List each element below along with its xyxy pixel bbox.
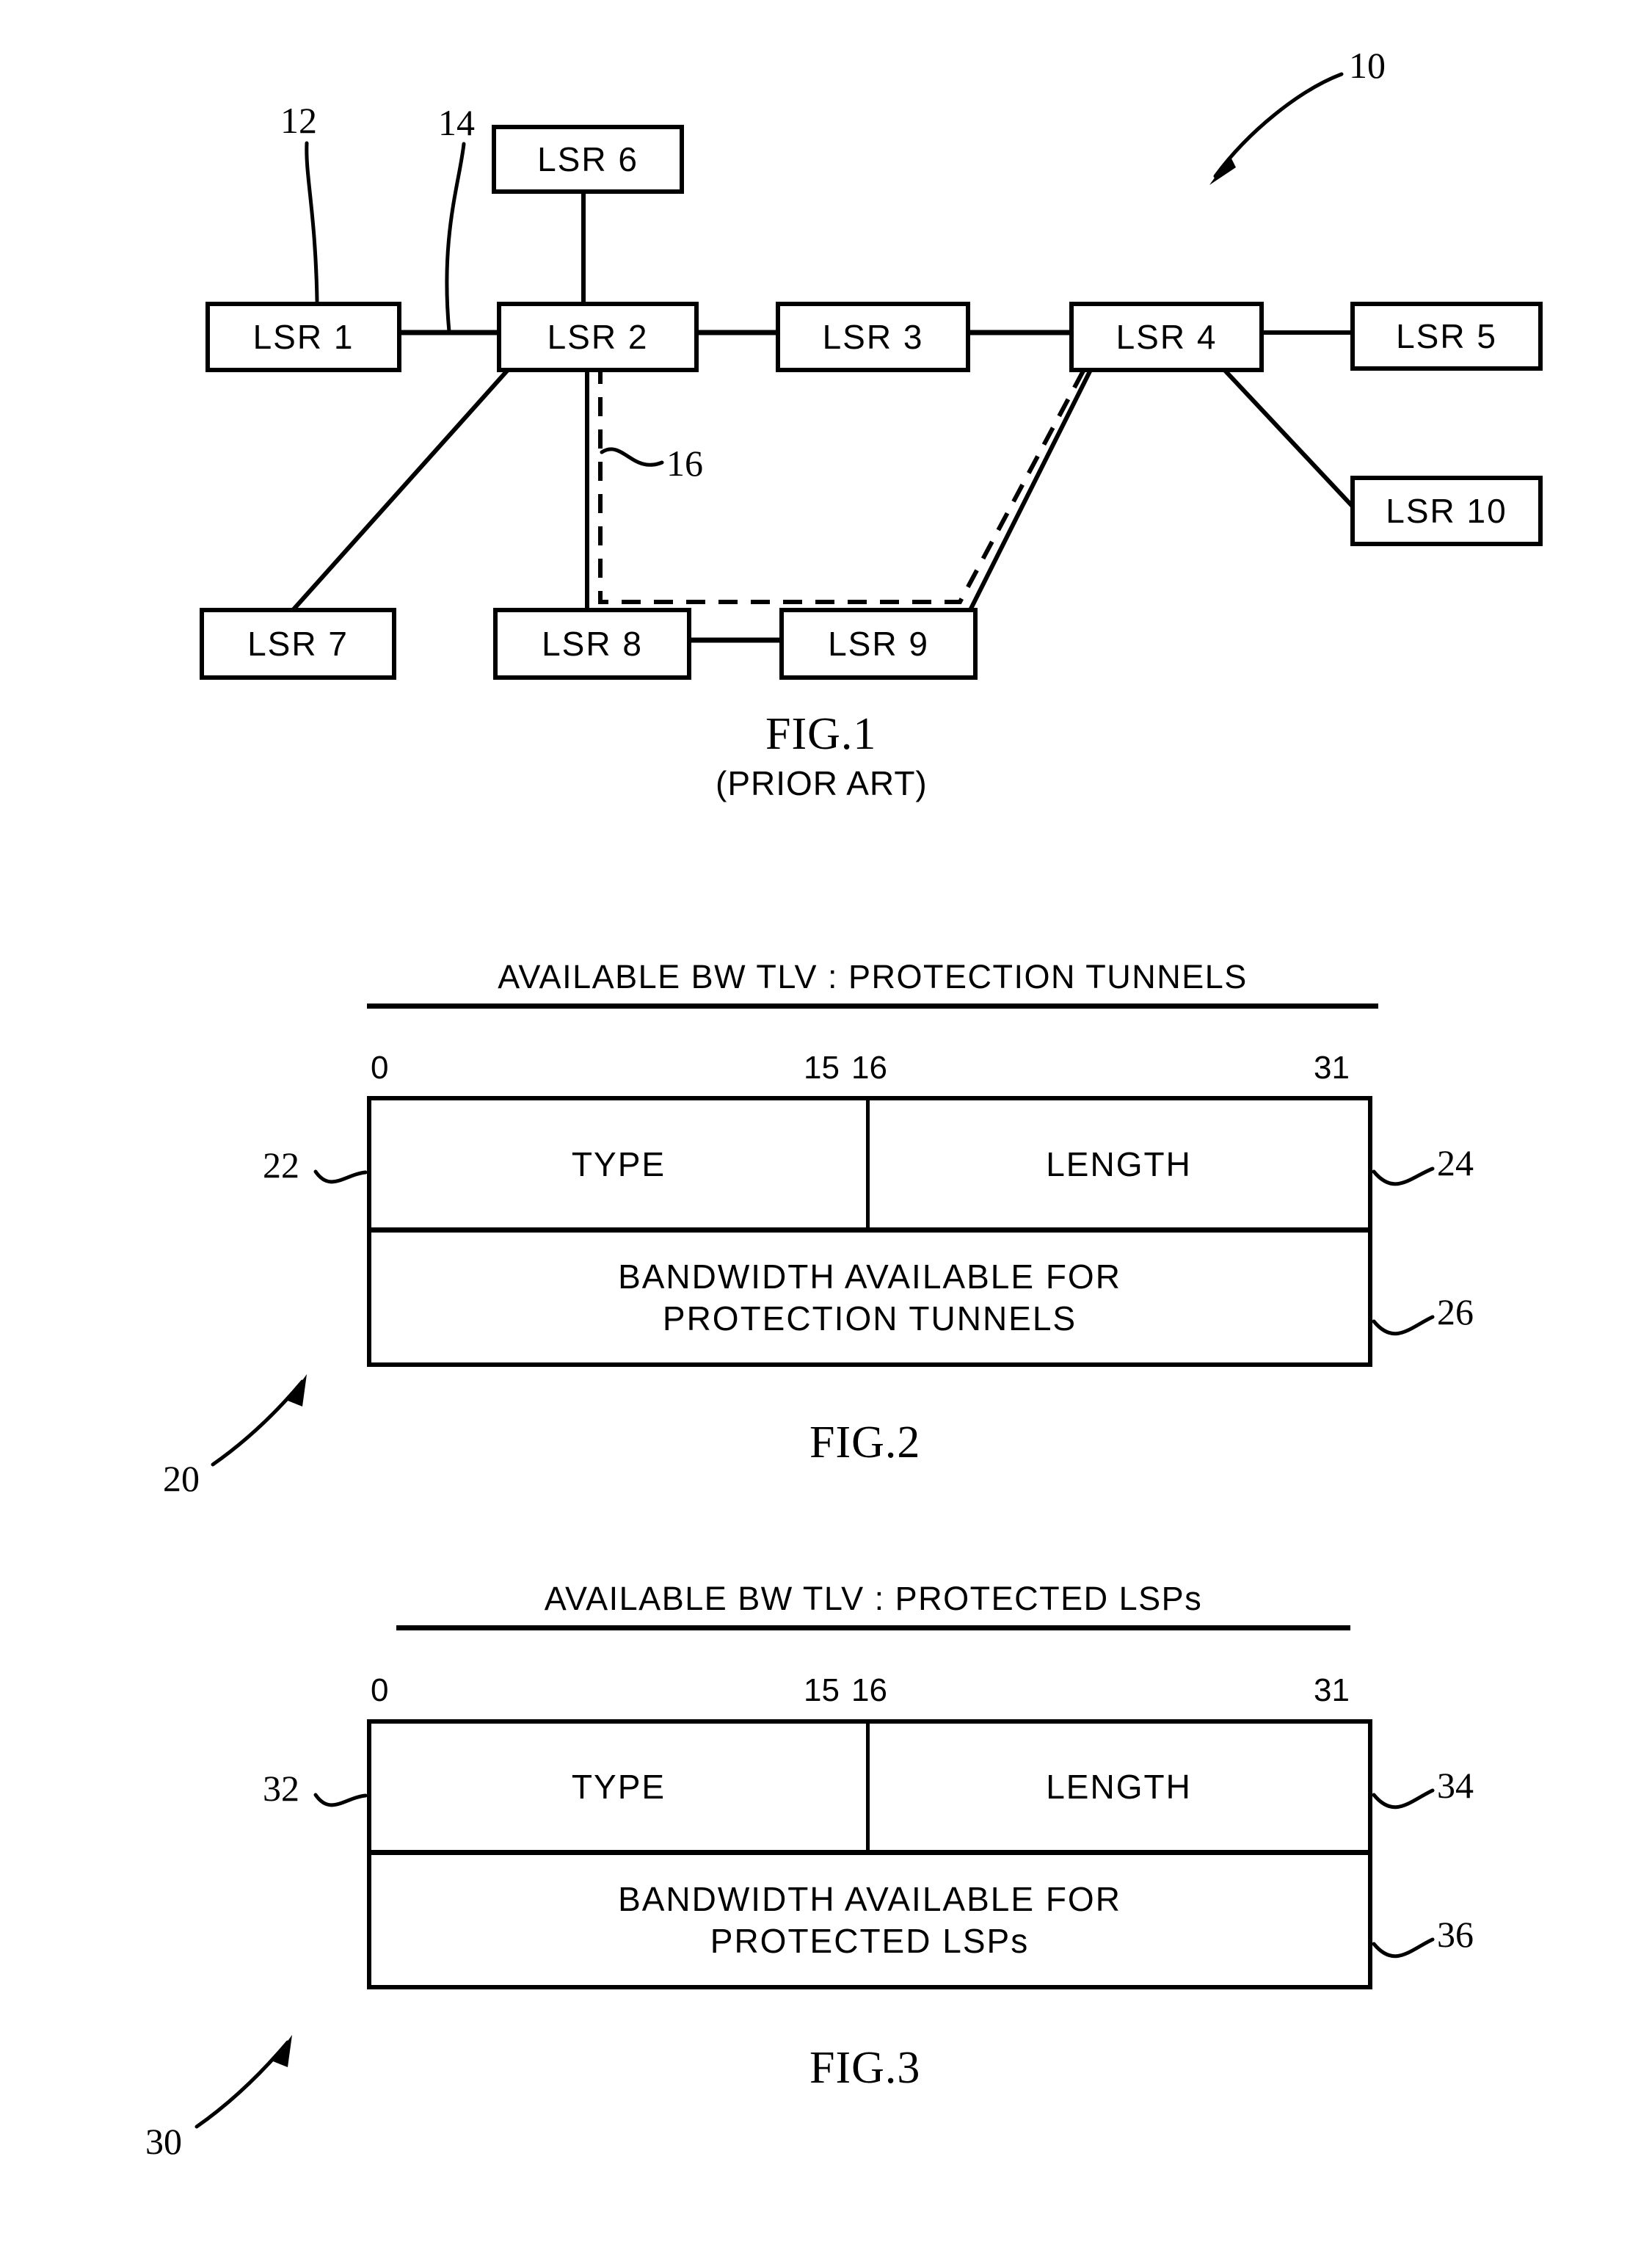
arrowhead-figure3-ref — [273, 2035, 292, 2067]
node-lsr10-label: LSR 10 — [1386, 492, 1507, 530]
ref-numeral-26: 26 — [1437, 1291, 1474, 1332]
node-lsr5-label: LSR 5 — [1396, 317, 1497, 355]
figure2-title: AVAILABLE BW TLV : PROTECTION TUNNELS — [367, 958, 1378, 1009]
node-lsr7[interactable]: LSR 7 — [200, 608, 396, 680]
ref-numeral-22: 22 — [263, 1144, 299, 1186]
figure3-caption: FIG.3 — [809, 2043, 921, 2093]
figure2-type-label: TYPE — [571, 1144, 666, 1183]
node-lsr3[interactable]: LSR 3 — [776, 302, 970, 372]
figure2-payload-cell: BANDWIDTH AVAILABLE FOR PROTECTION TUNNE… — [371, 1233, 1368, 1362]
figure3-type-cell: TYPE — [371, 1724, 870, 1850]
node-lsr10[interactable]: LSR 10 — [1350, 476, 1543, 546]
figure1-subcaption: (PRIOR ART) — [716, 764, 928, 802]
figure3-type-label: TYPE — [571, 1768, 666, 1806]
figure2-payload-line2: PROTECTION TUNNELS — [662, 1299, 1077, 1338]
figure2-bit-31: 31 — [1314, 1050, 1350, 1086]
node-lsr1[interactable]: LSR 1 — [205, 302, 401, 372]
node-lsr5[interactable]: LSR 5 — [1350, 302, 1543, 371]
node-lsr4[interactable]: LSR 4 — [1069, 302, 1264, 372]
ref-numeral-10: 10 — [1349, 45, 1386, 86]
figure3-payload-line2: PROTECTED LSPs — [710, 1921, 1030, 1960]
figure2-type-cell: TYPE — [371, 1100, 870, 1227]
figure2-row-divider — [371, 1227, 1368, 1233]
figure2-length-label: LENGTH — [1046, 1144, 1192, 1183]
figure2-length-cell: LENGTH — [870, 1100, 1368, 1227]
figure2-payload-line1: BANDWIDTH AVAILABLE FOR — [618, 1257, 1121, 1296]
ref-numeral-12: 12 — [280, 100, 317, 141]
ref-numeral-32: 32 — [263, 1768, 299, 1809]
figure2-tlv-box: TYPE LENGTH BANDWIDTH AVAILABLE FOR PROT… — [367, 1096, 1372, 1367]
node-lsr2[interactable]: LSR 2 — [497, 302, 699, 372]
figure3-title: AVAILABLE BW TLV : PROTECTED LSPs — [396, 1580, 1350, 1630]
figure1-caption: FIG.1 — [765, 709, 877, 759]
node-lsr6-label: LSR 6 — [537, 140, 638, 178]
node-lsr9[interactable]: LSR 9 — [779, 608, 978, 680]
figure2-caption: FIG.2 — [809, 1418, 921, 1467]
figure2-bit-0: 0 — [371, 1050, 389, 1086]
node-lsr3-label: LSR 3 — [822, 318, 924, 356]
node-lsr8[interactable]: LSR 8 — [493, 608, 691, 680]
figure3-bit-16: 16 — [851, 1672, 887, 1708]
figure3-length-label: LENGTH — [1046, 1768, 1192, 1806]
figure3-row-divider — [371, 1850, 1368, 1855]
figure2-header-row: TYPE LENGTH — [371, 1100, 1368, 1227]
figure3-bit-15: 15 — [804, 1672, 840, 1708]
node-lsr6[interactable]: LSR 6 — [492, 125, 684, 194]
arrowhead-figure2-ref — [288, 1374, 307, 1407]
figure3-tlv-box: TYPE LENGTH BANDWIDTH AVAILABLE FOR PROT… — [367, 1719, 1372, 1989]
ref-numeral-16: 16 — [666, 443, 703, 484]
node-lsr1-label: LSR 1 — [252, 318, 354, 356]
ref-numeral-36: 36 — [1437, 1914, 1474, 1955]
ref-numeral-30: 30 — [145, 2121, 182, 2162]
ref-numeral-20: 20 — [163, 1458, 200, 1499]
figure2-bit-16: 16 — [851, 1050, 887, 1086]
figure3-bit-0: 0 — [371, 1672, 389, 1708]
node-lsr7-label: LSR 7 — [247, 625, 349, 663]
figure3-length-cell: LENGTH — [870, 1724, 1368, 1850]
figure2-bit-15: 15 — [804, 1050, 840, 1086]
ref-numeral-14: 14 — [438, 102, 475, 143]
arrowhead-network-ref — [1209, 156, 1236, 185]
figure3-header-row: TYPE LENGTH — [371, 1724, 1368, 1850]
ref-numeral-24: 24 — [1437, 1142, 1474, 1183]
node-lsr8-label: LSR 8 — [542, 625, 643, 663]
node-lsr9-label: LSR 9 — [828, 625, 929, 663]
figure3-payload-cell: BANDWIDTH AVAILABLE FOR PROTECTED LSPs — [371, 1855, 1368, 1985]
node-lsr2-label: LSR 2 — [547, 318, 649, 356]
ref-numeral-34: 34 — [1437, 1765, 1474, 1806]
figure3-payload-line1: BANDWIDTH AVAILABLE FOR — [618, 1880, 1121, 1919]
node-lsr4-label: LSR 4 — [1116, 318, 1218, 356]
figure3-bit-31: 31 — [1314, 1672, 1350, 1708]
patent-drawing-sheet: LSR 6 LSR 1 LSR 2 LSR 3 LSR 4 LSR 5 LSR … — [0, 0, 1652, 2261]
